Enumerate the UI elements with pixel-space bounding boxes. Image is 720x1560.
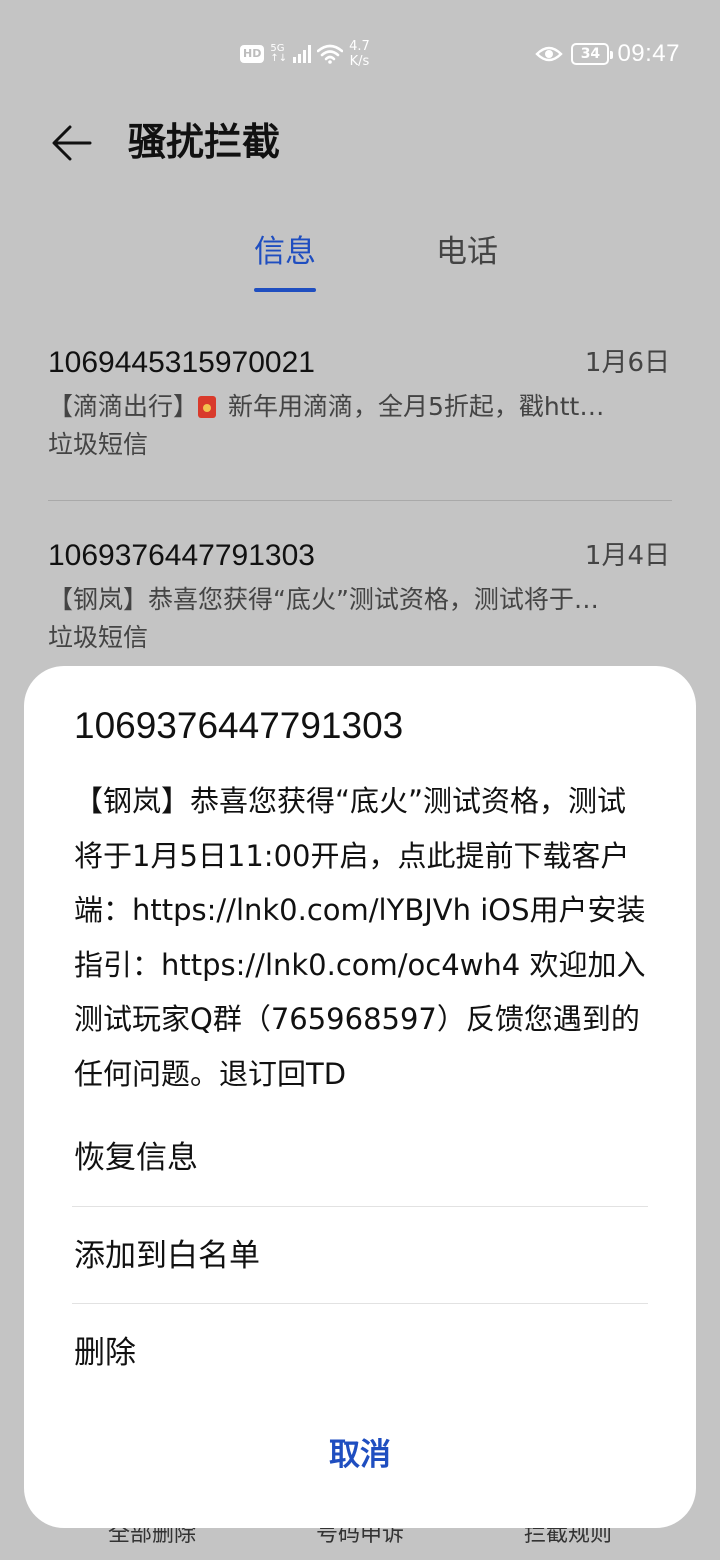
add-to-whitelist-button[interactable]: 添加到白名单: [74, 1234, 650, 1278]
divider: [72, 1303, 648, 1304]
title-bar: 骚扰拦截: [0, 100, 720, 190]
page-title: 骚扰拦截: [128, 120, 281, 164]
status-right: 34 09:47: [535, 36, 680, 72]
tab-messages-label: 信息: [254, 234, 316, 270]
signal-icon: [293, 45, 312, 63]
net-speed: 4.7 K/s: [349, 39, 370, 69]
clock: 09:47: [617, 40, 680, 67]
network-type: 5G ↑↓: [270, 44, 287, 64]
message-preview: 【钢岚】恭喜您获得“底火”测试资格，测试将于…: [48, 585, 599, 614]
divider: [72, 1206, 648, 1207]
sheet-message-body: 【钢岚】恭喜您获得“底火”测试资格，测试将于1月5日11:00开启，点此提前下载…: [74, 784, 646, 1091]
status-left: HD 5G ↑↓ 4.7 K/s: [240, 36, 370, 72]
red-envelope-icon: [198, 396, 217, 418]
battery-icon: 34: [571, 43, 614, 65]
tab-messages[interactable]: 信息: [254, 230, 316, 292]
tab-bar: 信息 电话: [0, 220, 720, 292]
hd-icon: HD: [240, 45, 265, 63]
message-tag: 垃圾短信: [48, 430, 149, 459]
message-tag: 垃圾短信: [48, 623, 149, 652]
message-preview-prefix: 【滴滴出行】: [48, 392, 199, 421]
message-sender: 1069445315970021: [48, 346, 315, 379]
message-preview: 【滴滴出行】 新年用滴滴，全月5折起，戳htt…: [48, 388, 672, 426]
network-activity: ↑↓: [270, 53, 288, 64]
eye-icon: [535, 46, 564, 62]
wifi-icon: [317, 44, 344, 64]
net-speed-value: 4.7: [349, 39, 370, 54]
delete-button[interactable]: 删除: [74, 1331, 650, 1375]
sheet-sender-number: 1069376447791303: [74, 705, 404, 746]
message-date: 1月4日: [584, 541, 670, 571]
message-preview-text: 新年用滴滴，全月5折起，戳htt…: [220, 392, 605, 421]
message-date: 1月6日: [584, 348, 670, 378]
battery-level: 34: [580, 46, 601, 62]
message-action-sheet: 1069376447791303 【钢岚】恭喜您获得“底火”测试资格，测试将于1…: [24, 666, 696, 1528]
divider: [48, 500, 672, 501]
back-button[interactable]: [44, 118, 100, 168]
arrow-left-icon: [52, 125, 92, 161]
tab-indicator: [254, 288, 316, 292]
list-item[interactable]: 1069445315970021 1月6日 【滴滴出行】 新年用滴滴，全月5折起…: [48, 342, 672, 464]
net-speed-unit: K/s: [349, 54, 370, 69]
message-sender: 1069376447791303: [48, 539, 315, 572]
status-bar: HD 5G ↑↓ 4.7 K/s 34 09:47: [0, 0, 720, 100]
restore-message-button[interactable]: 恢复信息: [74, 1136, 650, 1180]
list-item[interactable]: 1069376447791303 1月4日 【钢岚】恭喜您获得“底火”测试资格，…: [48, 535, 672, 657]
tab-calls-label: 电话: [436, 234, 498, 270]
tab-calls[interactable]: 电话: [436, 230, 498, 274]
cancel-button[interactable]: 取消: [24, 1432, 696, 1478]
